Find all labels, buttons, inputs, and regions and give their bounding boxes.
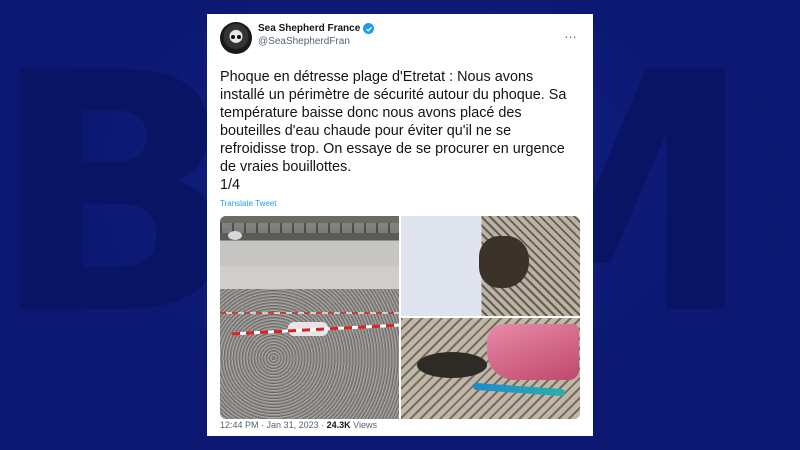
- photo-beach-perimeter[interactable]: [220, 216, 399, 419]
- more-options-icon[interactable]: …: [564, 26, 578, 41]
- tweet-date[interactable]: Jan 31, 2023: [267, 420, 319, 430]
- tweet-meta: 12:44 PM · Jan 31, 2023 · 24.3K Views: [220, 420, 377, 430]
- photo-railing: [220, 223, 399, 233]
- photo-bottle: [472, 382, 566, 397]
- views-count: 24.3K: [326, 420, 351, 430]
- photo-seal: [417, 352, 487, 378]
- tweet-card: Sea Shepherd France @SeaShepherdFran … P…: [207, 14, 593, 436]
- photo-pink-bag: [487, 324, 579, 380]
- author-info: Sea Shepherd France @SeaShepherdFran: [258, 23, 375, 47]
- avatar-eye-icon: [231, 35, 235, 39]
- display-name-row[interactable]: Sea Shepherd France: [258, 23, 375, 34]
- tweet-media-grid: [220, 216, 580, 419]
- photo-seal-closeup[interactable]: [401, 216, 580, 316]
- photo-tape: [220, 312, 399, 314]
- translate-tweet-link[interactable]: Translate Tweet: [220, 199, 580, 208]
- tweet-text: Phoque en détresse plage d'Etretat : Nou…: [220, 69, 567, 193]
- photo-seal-with-bottles[interactable]: [401, 318, 580, 419]
- display-name[interactable]: Sea Shepherd France: [258, 23, 360, 34]
- avatar[interactable]: [220, 22, 252, 54]
- photo-sign: [228, 231, 242, 240]
- tweet-time[interactable]: 12:44 PM: [220, 420, 259, 430]
- views-label: Views: [353, 420, 378, 430]
- avatar-eye-icon: [237, 35, 241, 39]
- verified-badge-icon: [363, 23, 375, 34]
- tweet-header: Sea Shepherd France @SeaShepherdFran …: [220, 20, 580, 64]
- photo-seal: [479, 236, 529, 288]
- handle[interactable]: @SeaShepherdFran: [258, 36, 374, 47]
